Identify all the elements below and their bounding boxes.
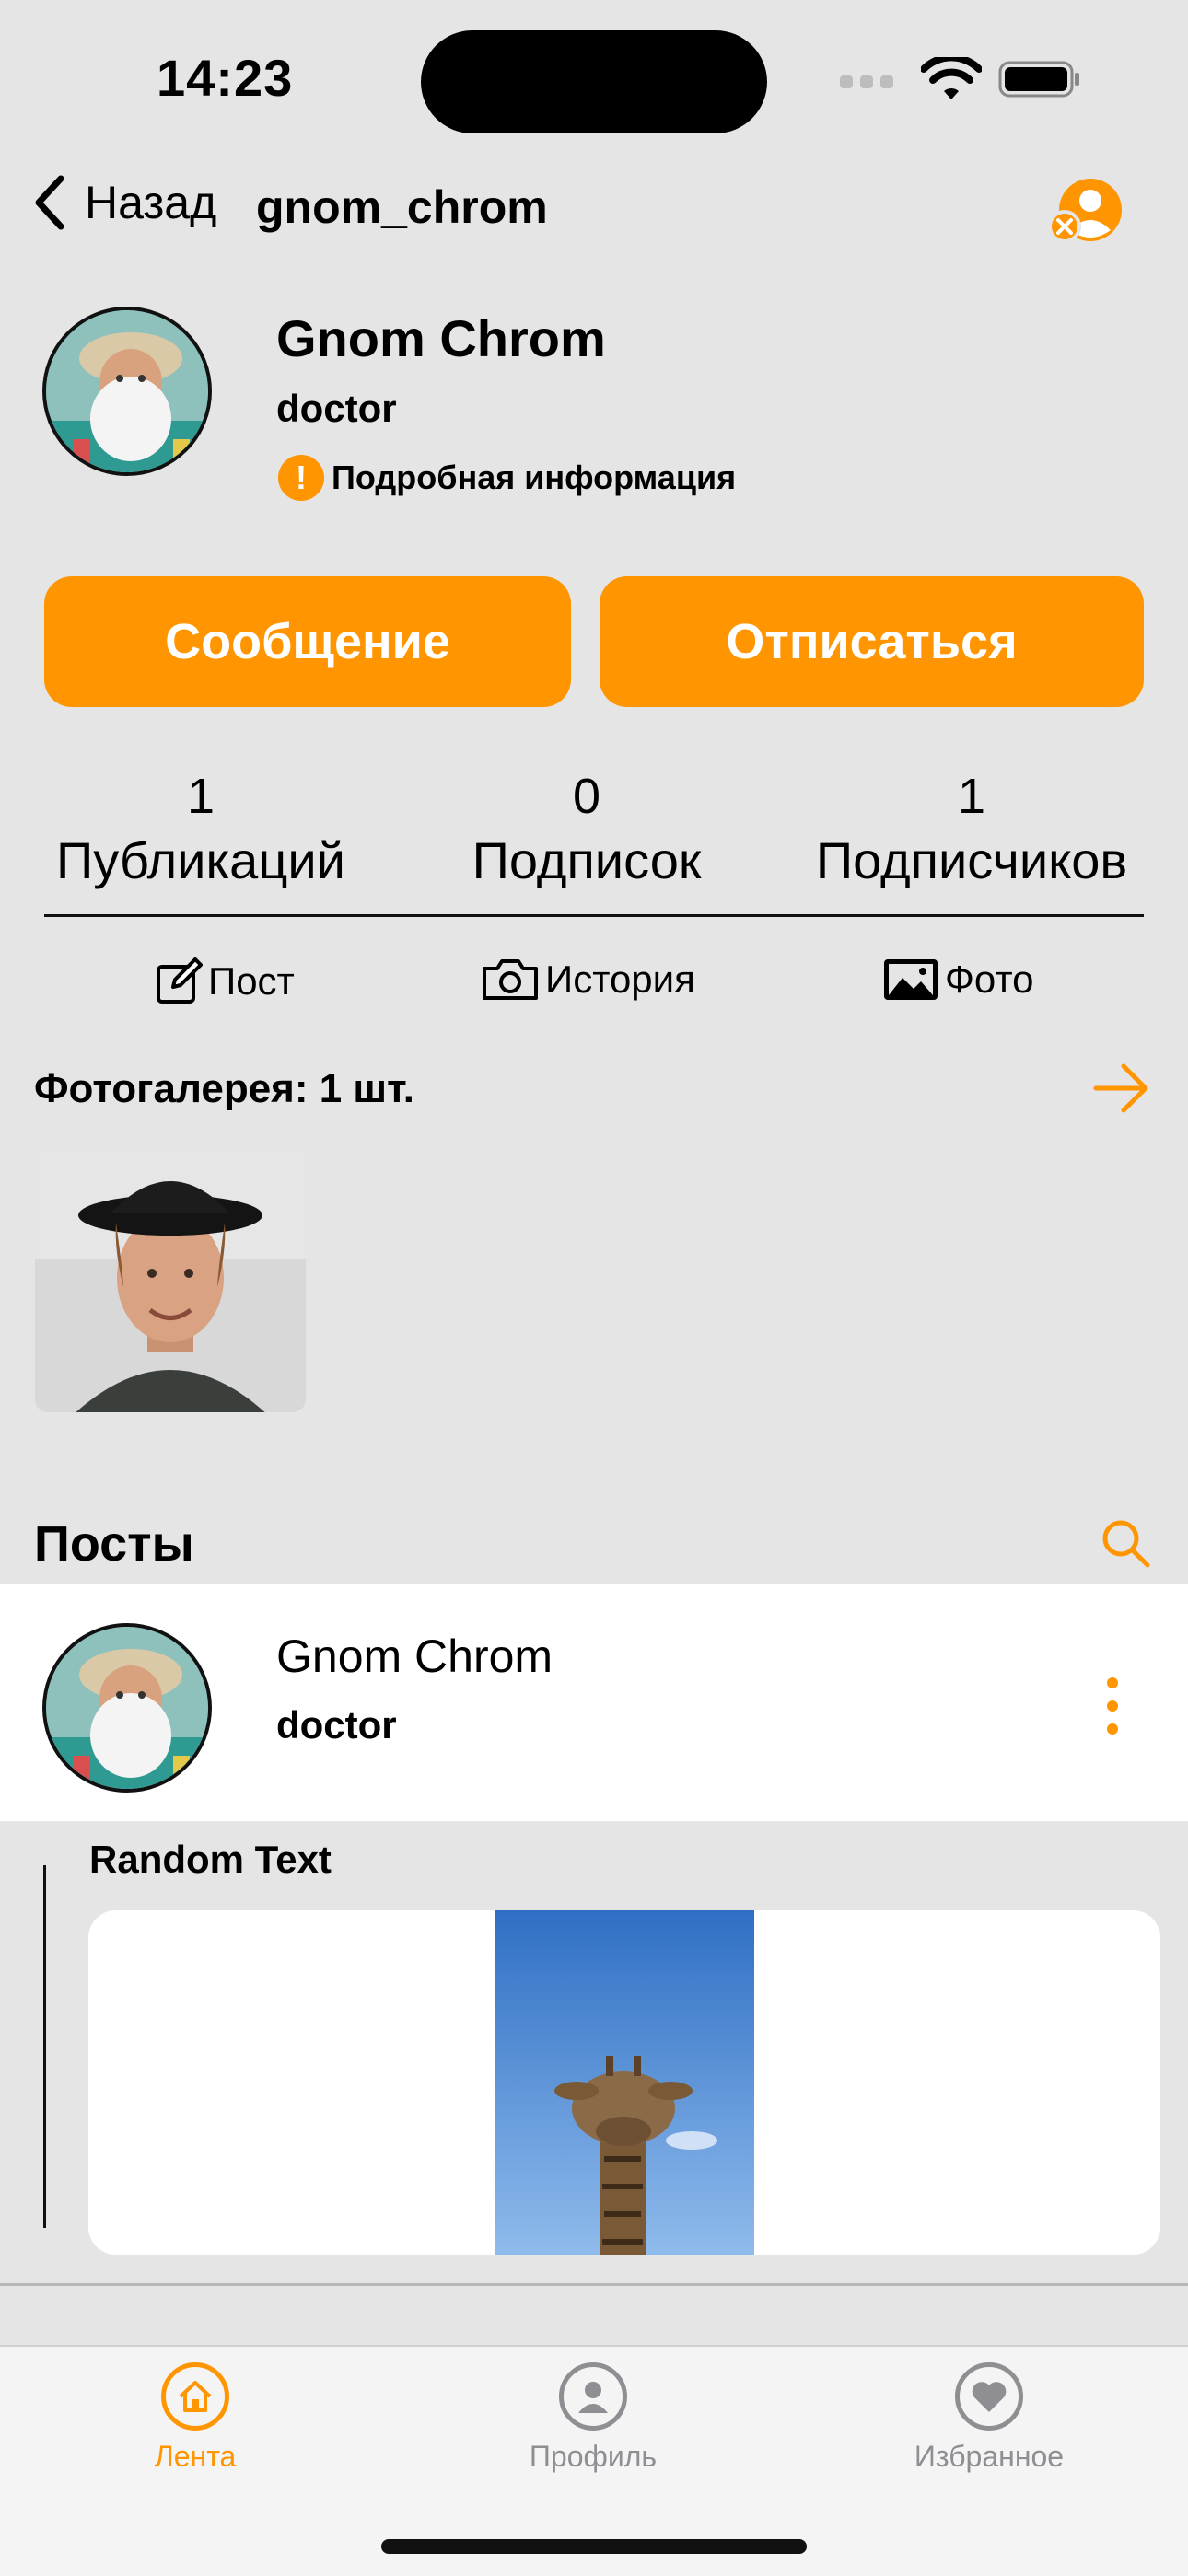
stat-value: 1 (957, 769, 986, 824)
create-story-label: История (545, 957, 695, 1001)
stat-subscriptions[interactable]: 0 Подписок (393, 764, 780, 893)
back-button[interactable]: Назад (33, 175, 216, 230)
post-image (88, 1910, 1160, 2255)
unsubscribe-button[interactable]: Отписаться (600, 576, 1144, 707)
heart-icon (955, 2362, 1023, 2431)
tab-feed[interactable]: Лента (57, 2362, 333, 2474)
search-icon[interactable] (1100, 1517, 1151, 1569)
tab-favorites[interactable]: Избранное (851, 2362, 1127, 2474)
post-author-name: Gnom Chrom (276, 1630, 553, 1682)
wifi-icon (921, 57, 982, 99)
home-indicator (381, 2539, 807, 2554)
home-icon (161, 2362, 229, 2431)
tab-label: Избранное (914, 2440, 1065, 2473)
stat-label: Подписчиков (815, 831, 1128, 889)
exclamation-icon: ! (278, 455, 324, 501)
create-post-label: Пост (208, 959, 295, 1003)
tab-label: Лента (154, 2440, 237, 2473)
avatar-image (46, 1627, 208, 1789)
gallery-photo[interactable] (35, 1149, 306, 1412)
divider (44, 914, 1144, 917)
profile-name: Gnom Chrom (276, 309, 606, 367)
create-post-button[interactable]: Пост (155, 957, 295, 1005)
cellular-signal-icon (840, 75, 901, 93)
stat-value: 1 (186, 769, 215, 824)
person-icon (559, 2362, 627, 2431)
status-time: 14:23 (157, 49, 294, 107)
more-options-icon[interactable] (1103, 1677, 1122, 1735)
posts-title: Посты (34, 1516, 194, 1572)
unfollow-user-icon[interactable] (1050, 177, 1124, 247)
post-media[interactable] (88, 1910, 1160, 2255)
message-button[interactable]: Сообщение (44, 576, 571, 707)
stat-value: 0 (572, 769, 601, 824)
post-thread-line (43, 1865, 46, 2228)
username-title: gnom_chrom (256, 181, 548, 233)
avatar-image (46, 310, 208, 472)
post-author-avatar[interactable] (42, 1623, 212, 1793)
compose-icon (157, 957, 203, 1004)
back-label: Назад (85, 177, 217, 228)
details-link[interactable]: ! Подробная информация (278, 455, 736, 501)
add-photo-label: Фото (945, 957, 1034, 1001)
battery-icon (998, 61, 1079, 98)
chevron-left-icon (35, 175, 64, 230)
divider (0, 2283, 1188, 2286)
post-author-role: doctor (276, 1703, 397, 1746)
gallery-image (35, 1149, 306, 1412)
gallery-title: Фотогалерея: 1 шт. (34, 1066, 414, 1111)
stat-publications[interactable]: 1 Публикаций (7, 764, 394, 893)
tab-profile[interactable]: Профиль (455, 2362, 731, 2474)
photo-icon (884, 959, 938, 1000)
stat-followers[interactable]: 1 Подписчиков (778, 764, 1165, 893)
arrow-right-icon[interactable] (1092, 1062, 1151, 1114)
details-label: Подробная информация (332, 458, 737, 496)
camera-icon (483, 959, 538, 1000)
dynamic-island (421, 30, 767, 133)
profile-avatar[interactable] (42, 307, 212, 476)
stat-label: Публикаций (56, 831, 345, 889)
stat-label: Подписок (472, 831, 702, 889)
post-text: Random Text (89, 1838, 332, 1881)
add-photo-button[interactable]: Фото (882, 957, 1034, 1002)
profile-role: doctor (276, 387, 397, 430)
tab-label: Профиль (529, 2440, 658, 2473)
create-story-button[interactable]: История (481, 957, 695, 1002)
